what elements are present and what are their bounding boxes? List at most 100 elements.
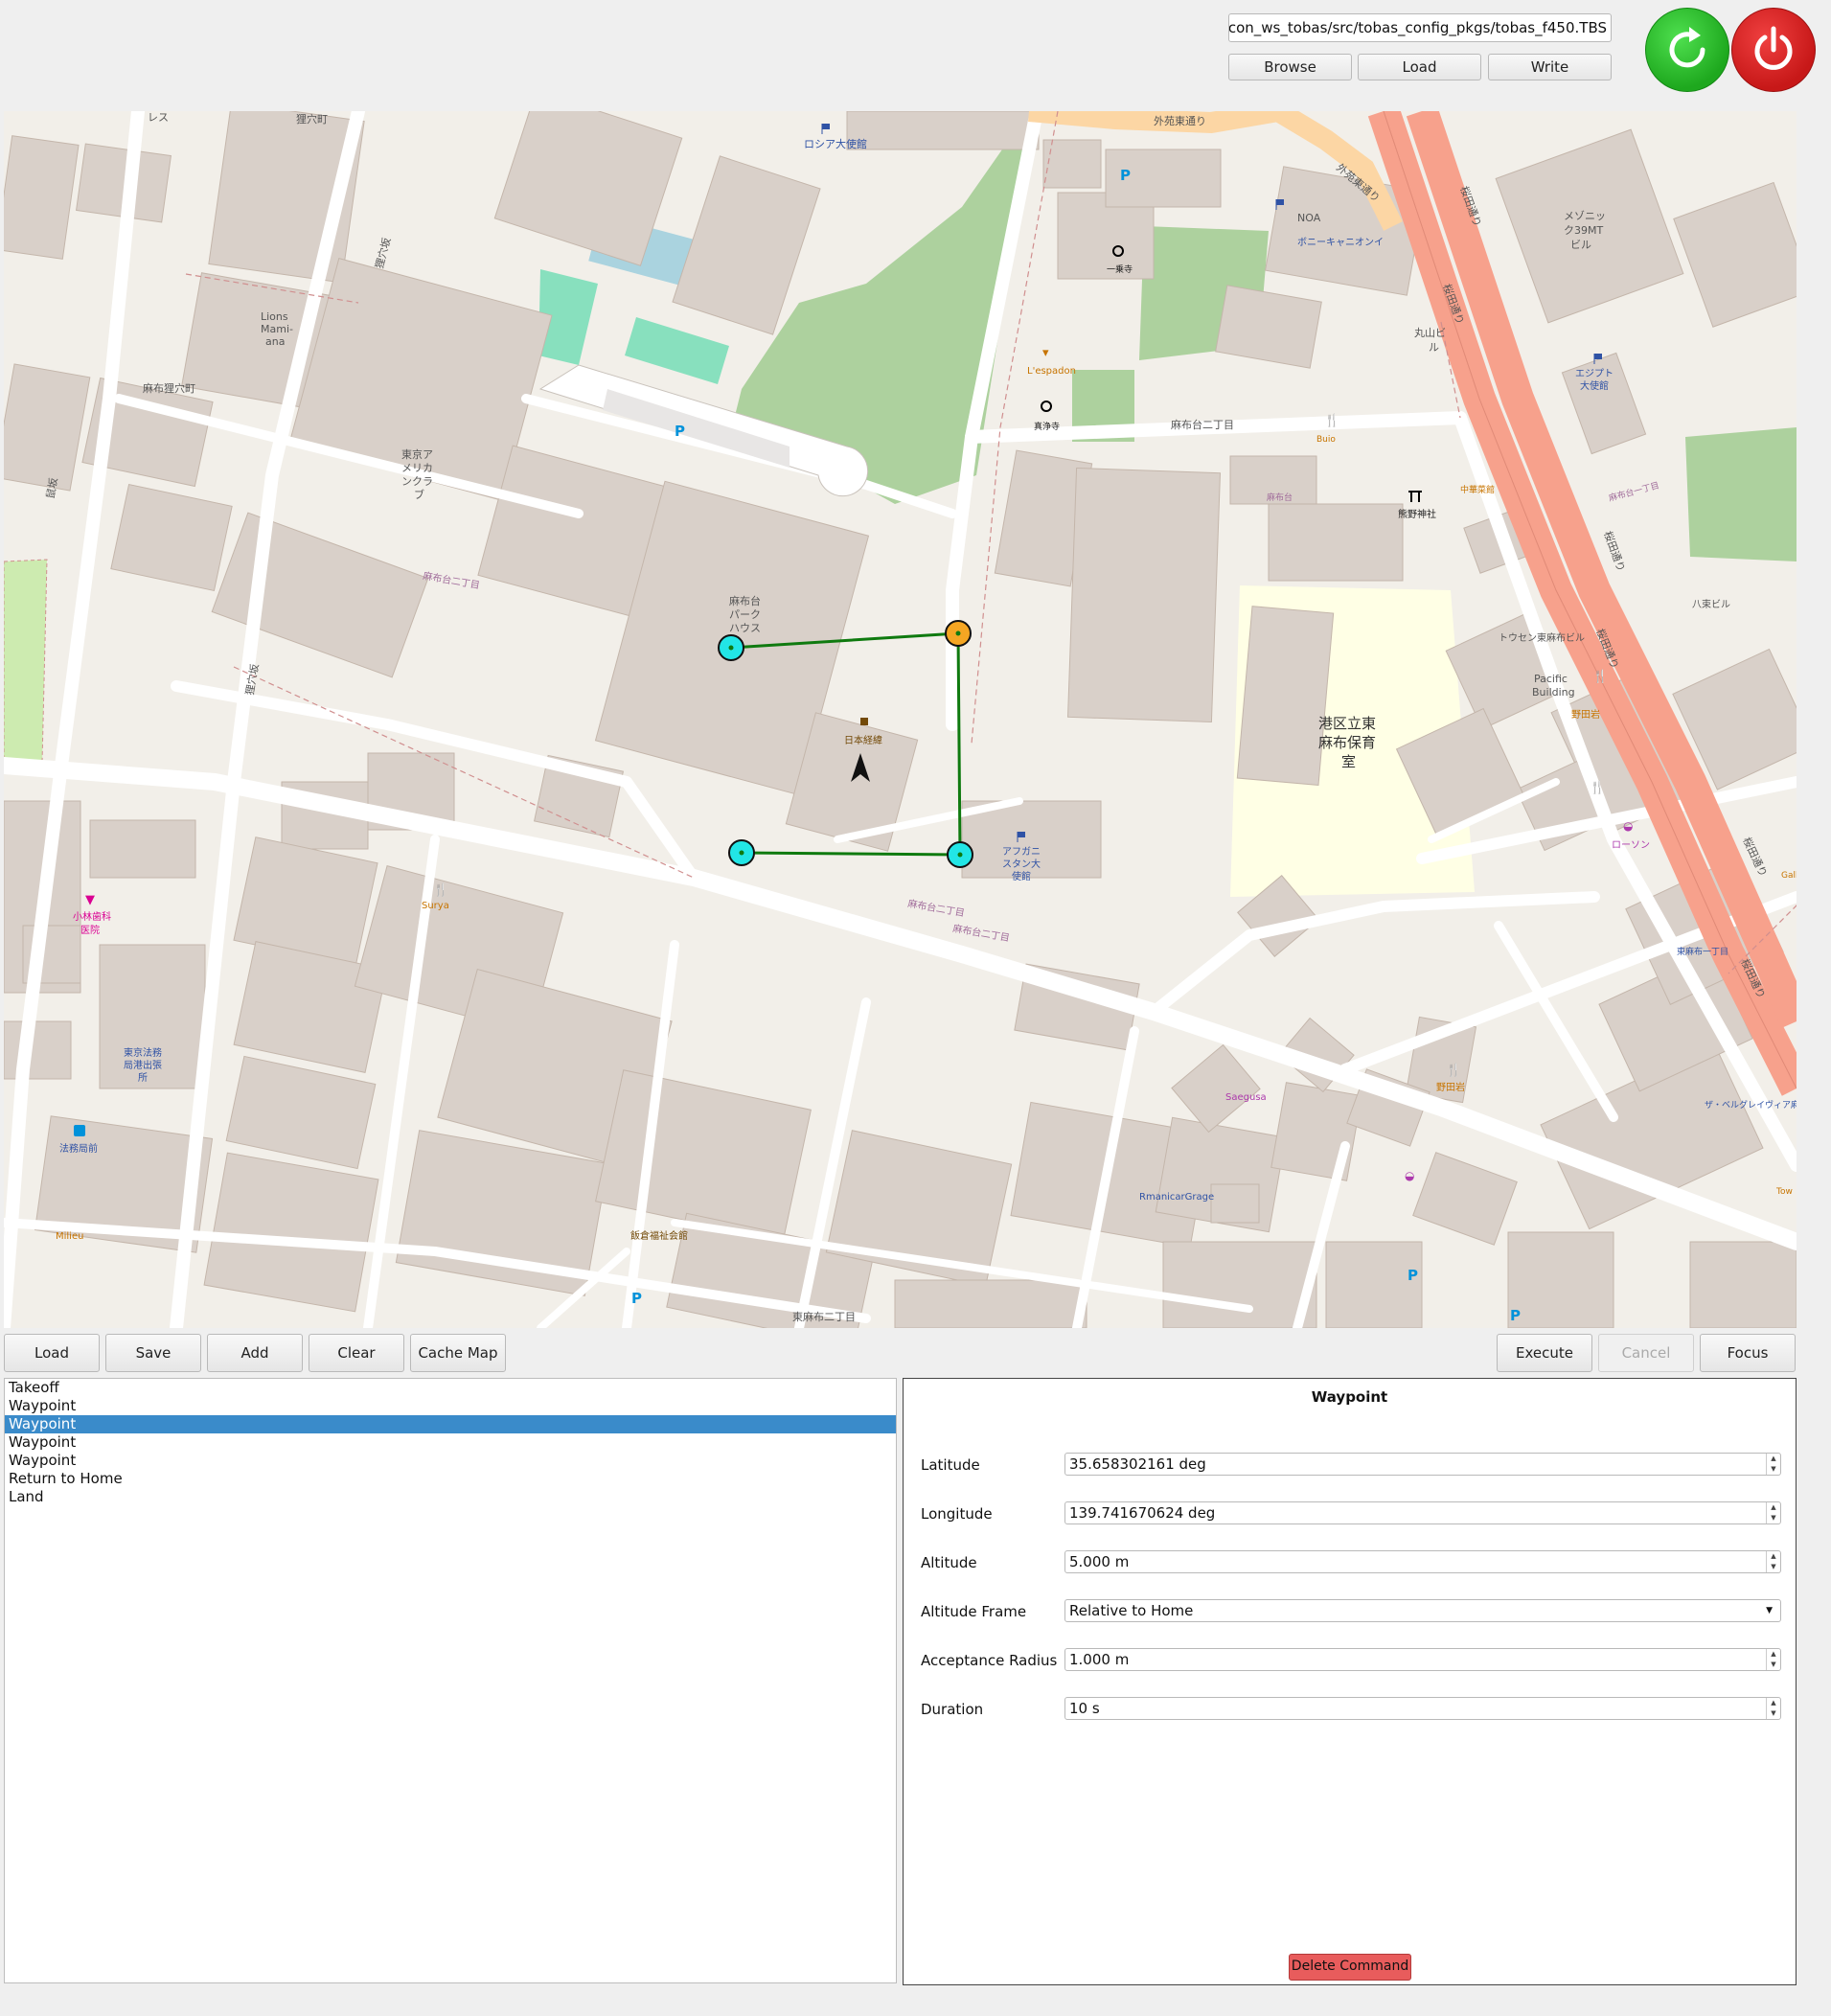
map-label: ビル [1570, 239, 1591, 251]
cancel-button[interactable]: Cancel [1598, 1334, 1694, 1372]
list-item-selected[interactable]: Waypoint [5, 1415, 896, 1433]
svg-text:🍴: 🍴 [433, 882, 448, 898]
map-label: 医院 [80, 924, 100, 936]
map-label: ンクラ [401, 475, 433, 488]
focus-button[interactable]: Focus [1700, 1334, 1796, 1372]
command-list[interactable]: Takeoff Waypoint Waypoint Waypoint Waypo… [4, 1378, 897, 1983]
map-label: ハウス [729, 622, 761, 634]
restaurant-icon: 🍴 [1324, 413, 1339, 428]
list-item[interactable]: Waypoint [5, 1433, 896, 1452]
waypoint-marker-selected[interactable] [945, 620, 972, 647]
altitude-field[interactable]: 5.000 m ▲ ▼ [1064, 1550, 1781, 1573]
parking-icon: P [1120, 167, 1131, 184]
map-label: ル [1429, 341, 1439, 354]
svg-text:P: P [675, 423, 685, 440]
spin-icon[interactable]: ▲ ▼ [1766, 1649, 1780, 1670]
power-button[interactable] [1731, 8, 1816, 92]
longitude-label: Longitude [921, 1505, 993, 1523]
list-item[interactable]: Land [5, 1488, 896, 1506]
map-label: 東京法務 [124, 1046, 162, 1059]
map-label: メゾニッ [1564, 210, 1606, 222]
svg-text:◒: ◒ [1405, 1169, 1414, 1182]
map-label: 一乗寺 [1107, 263, 1133, 275]
map-label: パーク [729, 608, 761, 621]
map-label: 所 [138, 1072, 148, 1084]
map-label: スタン大 [1002, 858, 1041, 870]
map-label: NOA [1297, 212, 1321, 224]
restart-icon [1669, 27, 1705, 68]
list-item[interactable]: Waypoint [5, 1397, 896, 1415]
list-item[interactable]: Waypoint [5, 1452, 896, 1470]
spin-icon[interactable]: ▲ ▼ [1766, 1551, 1780, 1572]
load-mission-button[interactable]: Load [4, 1334, 100, 1372]
list-item[interactable]: Takeoff [5, 1379, 896, 1397]
map-label: メリカ [401, 462, 433, 474]
map-label: 中華菜館 [1460, 484, 1495, 495]
map-label: 東麻布一丁目 [1677, 946, 1728, 957]
map-label: Mami- [261, 323, 293, 335]
map-label: 外苑東通り [1154, 115, 1206, 127]
svg-text:P: P [1510, 1307, 1521, 1324]
svg-text:P: P [1408, 1267, 1418, 1284]
longitude-field[interactable]: 139.741670624 deg ▲ ▼ [1064, 1501, 1781, 1524]
acceptance-radius-field[interactable]: 1.000 m ▲ ▼ [1064, 1648, 1781, 1671]
duration-field[interactable]: 10 s ▲ ▼ [1064, 1697, 1781, 1720]
map-label: レス [148, 111, 169, 124]
restart-button[interactable] [1645, 8, 1729, 92]
map-label: Milieu [56, 1231, 83, 1242]
map-label: 野田岩 [1571, 708, 1600, 721]
map-label: ブ [414, 488, 424, 501]
map-label: Saegusa [1225, 1092, 1267, 1103]
waypoint-marker[interactable] [718, 634, 744, 661]
parking-icon: P [631, 1290, 642, 1307]
map-label: トウセン東麻布ビル [1499, 631, 1585, 644]
svg-text:▾: ▾ [1042, 346, 1049, 360]
panel-title: Waypoint [1311, 1388, 1388, 1406]
map-canvas[interactable]: P P P P P 🍴 🍴 🍴 🍴 🍴 ▾ ▼ ◒ ◒ 外苑東通り 外苑東通り … [4, 111, 1797, 1328]
execute-button[interactable]: Execute [1497, 1334, 1592, 1372]
map-label: 飯倉福祉会館 [630, 1229, 688, 1242]
convenience-icon: ◒ [1623, 819, 1633, 833]
svg-text:🍴: 🍴 [1592, 669, 1608, 684]
map-view[interactable]: P P P P P 🍴 🍴 🍴 🍴 🍴 ▾ ▼ ◒ ◒ 外苑東通り 外苑東通り … [4, 111, 1797, 1328]
map-label: 東麻布二丁目 [792, 1310, 856, 1323]
browse-button[interactable]: Browse [1228, 54, 1352, 80]
restaurant-icon: 🍴 [1590, 780, 1605, 795]
map-label: ク39MT [1564, 224, 1603, 237]
svg-text:P: P [1120, 167, 1131, 184]
cache-map-button[interactable]: Cache Map [410, 1334, 506, 1372]
map-label: 麻布台 [729, 594, 761, 607]
duration-label: Duration [921, 1701, 984, 1718]
waypoint-marker[interactable] [728, 839, 755, 866]
svg-text:🍴: 🍴 [1590, 780, 1605, 795]
map-label: 使館 [1012, 870, 1031, 882]
latitude-field[interactable]: 35.658302161 deg ▲ ▼ [1064, 1453, 1781, 1476]
map-label: 室 [1341, 753, 1356, 770]
clear-mission-button[interactable]: Clear [309, 1334, 404, 1372]
spin-icon[interactable]: ▲ ▼ [1766, 1502, 1780, 1523]
write-button[interactable]: Write [1488, 54, 1612, 80]
map-label: 法務局前 [59, 1142, 98, 1155]
load-config-button[interactable]: Load [1358, 54, 1481, 80]
list-item[interactable]: Return to Home [5, 1470, 896, 1488]
waypoint-marker[interactable] [947, 841, 973, 868]
restaurant-icon: 🍴 [1446, 1063, 1461, 1078]
svg-text:🍴: 🍴 [1324, 413, 1339, 428]
map-label: 麻布台 [1267, 492, 1293, 503]
altitude-frame-select[interactable]: Relative to Home ▼ [1064, 1599, 1781, 1622]
convenience-icon: ◒ [1405, 1169, 1414, 1182]
add-command-button[interactable]: Add [207, 1334, 303, 1372]
map-label: 八束ビル [1692, 599, 1730, 610]
map-label: 麻布台二丁目 [1171, 418, 1234, 431]
map-label: 野田岩 [1436, 1081, 1465, 1093]
spin-icon[interactable]: ▲ ▼ [1766, 1698, 1780, 1719]
map-label: Building [1532, 686, 1575, 699]
save-mission-button[interactable]: Save [105, 1334, 201, 1372]
config-path-input[interactable]: hi/colcon_ws_tobas/src/tobas_config_pkgs… [1228, 13, 1612, 42]
map-label: RmanicarGrage [1139, 1192, 1214, 1203]
delete-command-button[interactable]: Delete Command [1289, 1954, 1411, 1981]
map-label: 麻布保育 [1318, 734, 1376, 751]
spin-icon[interactable]: ▲ ▼ [1766, 1454, 1780, 1475]
bus-stop-icon [74, 1125, 85, 1136]
map-label: L'espadon [1027, 366, 1076, 377]
